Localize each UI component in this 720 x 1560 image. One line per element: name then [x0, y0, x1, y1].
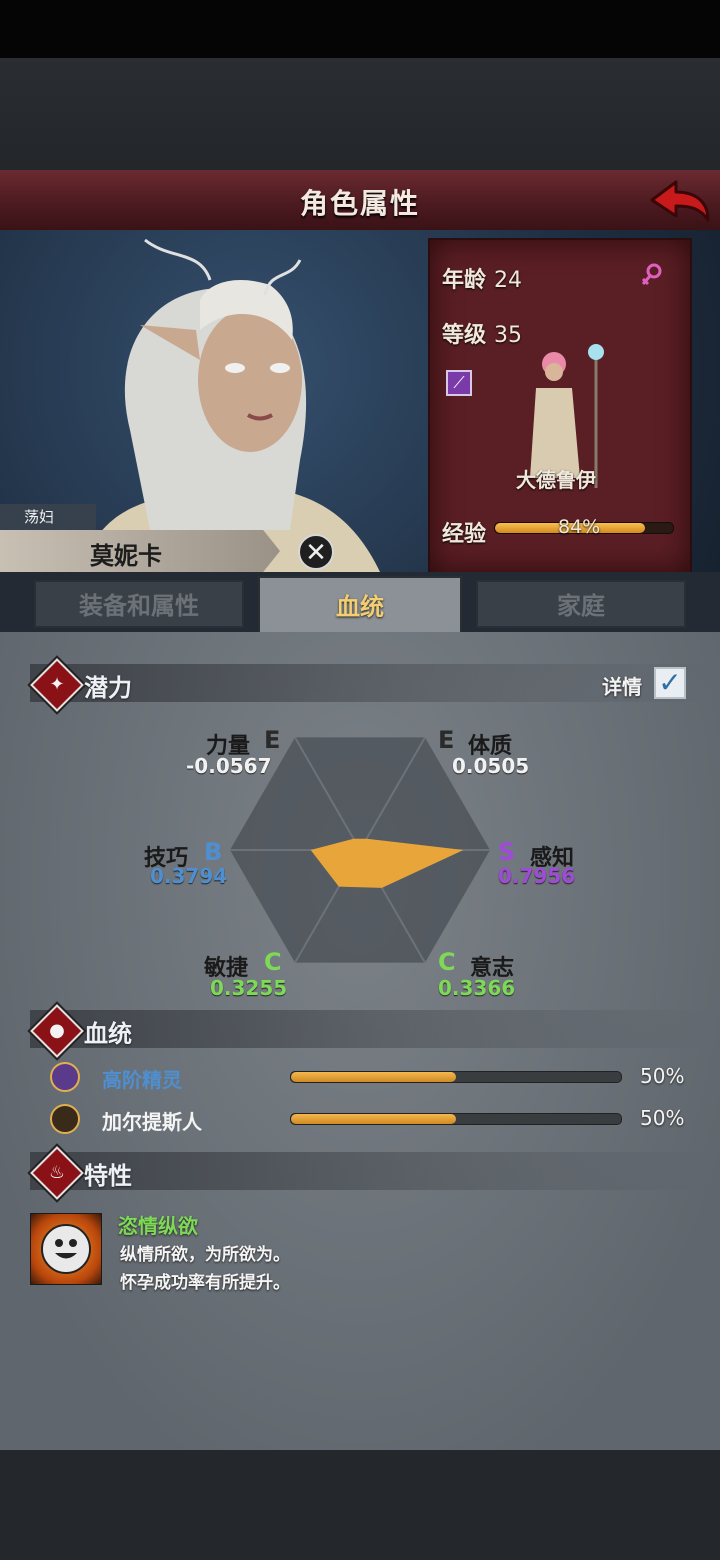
stat-perception-value: 0.7956	[498, 864, 576, 888]
bloodline-percent: 50%	[640, 1106, 685, 1130]
class-name: 大德鲁伊	[516, 468, 596, 492]
age-label: 年龄	[442, 268, 487, 293]
bloodline-percent: 50%	[640, 1064, 685, 1088]
female-icon	[641, 263, 662, 286]
bloodline-row-high-elf: 高阶精灵 50%	[50, 1062, 710, 1094]
bloodline-section-head	[30, 1010, 710, 1048]
character-title-tag: 荡妇	[0, 504, 96, 530]
traits-section-head	[30, 1152, 710, 1190]
trait-face	[41, 1224, 91, 1274]
high-elf-icon	[50, 1062, 80, 1092]
stat-strength-grade: E	[264, 726, 281, 754]
bloodline-title: 血统	[84, 1020, 132, 1048]
level-row: 等级 35	[442, 317, 522, 349]
bloodline-name: 加尔提斯人	[102, 1110, 202, 1134]
traits-title: 特性	[84, 1162, 132, 1190]
trait-desc-line-2: 怀孕成功率有所提升。	[120, 1273, 290, 1293]
smile-face-icon[interactable]	[30, 1213, 102, 1285]
page-title: 角色属性	[299, 187, 420, 220]
bloodline-name: 高阶精灵	[102, 1068, 182, 1092]
details-checkbox[interactable]: ✓	[654, 667, 686, 699]
level-value: 35	[494, 323, 523, 348]
bloodline-bar	[290, 1071, 622, 1083]
stat-strength-value: -0.0567	[186, 754, 272, 778]
stat-agility-value: 0.3255	[210, 976, 288, 1000]
age-row: 年龄 24	[442, 262, 522, 294]
trait-desc-line-1: 纵情所欲，为所欲为。	[120, 1245, 290, 1265]
back-arrow-icon[interactable]	[648, 176, 712, 224]
stat-will-value: 0.3366	[438, 976, 516, 1000]
stat-constitution-grade: E	[438, 726, 455, 754]
top-spacer	[0, 58, 720, 170]
galtis-icon	[50, 1104, 80, 1134]
tab-family[interactable]: 家庭	[476, 580, 686, 628]
stat-agility-grade: C	[264, 948, 282, 976]
details-label: 详情	[602, 675, 642, 699]
stat-will-grade: C	[438, 948, 456, 976]
tab-equipment[interactable]: 装备和属性	[34, 580, 244, 628]
header-bar: 角色属性	[0, 170, 720, 232]
navigation-bar	[0, 1450, 720, 1560]
status-bar	[0, 0, 720, 58]
stat-skill-grade: B	[204, 838, 223, 866]
stat-constitution-value: 0.0505	[452, 754, 530, 778]
close-icon[interactable]: ✕	[298, 534, 334, 570]
character-name: 莫妮卡	[90, 542, 162, 570]
check-icon: ✓	[658, 666, 682, 699]
stat-perception-grade: S	[498, 838, 516, 866]
tab-bloodline[interactable]: 血统	[258, 576, 462, 634]
bloodline-bar	[290, 1113, 622, 1125]
bloodline-fill	[291, 1072, 456, 1082]
exp-label: 经验	[442, 522, 487, 547]
level-label: 等级	[442, 323, 487, 348]
stat-skill-value: 0.3794	[150, 864, 228, 888]
age-value: 24	[494, 268, 523, 293]
bloodline-row-galtis: 加尔提斯人 50%	[50, 1104, 710, 1136]
staff-icon: ⟋	[446, 370, 472, 396]
exp-percent: 84%	[558, 516, 601, 538]
potential-title: 潜力	[84, 674, 132, 702]
trait-name: 恣情纵欲	[118, 1214, 198, 1238]
bloodline-fill	[291, 1114, 456, 1124]
